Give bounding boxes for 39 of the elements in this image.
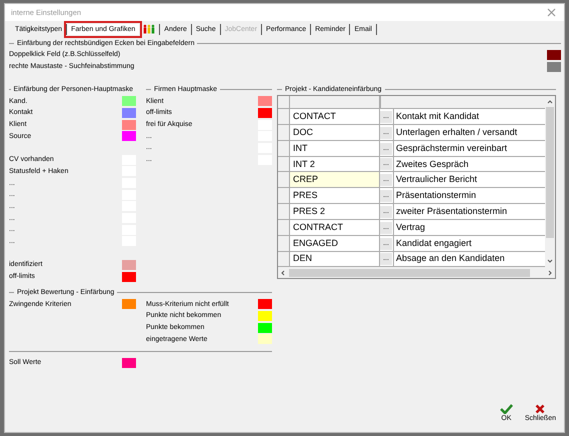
row-header[interactable] [278, 172, 290, 188]
color-swatch[interactable] [258, 108, 272, 118]
table-cell[interactable]: CREP [290, 172, 380, 188]
close-icon [535, 404, 546, 414]
color-swatch[interactable] [258, 310, 272, 321]
row-header[interactable] [278, 156, 290, 172]
color-swatch[interactable] [122, 120, 136, 130]
color-swatch[interactable] [547, 50, 561, 60]
check-icon [500, 404, 513, 414]
close-button[interactable] [547, 8, 556, 17]
color-swatch[interactable] [122, 358, 136, 368]
people-icon [143, 24, 156, 35]
color-swatch[interactable] [122, 260, 136, 270]
row-header[interactable] [278, 140, 290, 156]
row-header[interactable] [278, 220, 290, 235]
vertical-scrollbar[interactable] [545, 96, 555, 268]
scroll-left-icon [280, 270, 286, 276]
scroll-right-icon [547, 270, 553, 276]
color-swatch[interactable] [122, 272, 136, 282]
color-swatch[interactable] [258, 96, 272, 106]
color-swatch[interactable] [122, 131, 136, 142]
row-header[interactable] [278, 252, 290, 266]
close-icon [547, 8, 556, 17]
color-swatch[interactable] [122, 299, 136, 310]
color-swatch[interactable] [258, 120, 272, 130]
row-header[interactable] [278, 204, 290, 219]
row-header[interactable] [278, 188, 290, 204]
color-swatch[interactable] [547, 62, 561, 72]
row-header[interactable] [278, 125, 290, 140]
scroll-down-icon [547, 258, 553, 264]
color-swatch[interactable] [122, 108, 136, 118]
color-swatch[interactable] [258, 322, 272, 333]
color-swatch[interactable] [258, 334, 272, 344]
row-header[interactable] [278, 109, 290, 124]
scroll-up-icon [547, 99, 553, 106]
color-swatch[interactable] [122, 96, 136, 106]
row-header[interactable] [278, 236, 290, 251]
color-swatch[interactable] [258, 299, 272, 310]
horizontal-scrollbar[interactable] [278, 267, 555, 278]
